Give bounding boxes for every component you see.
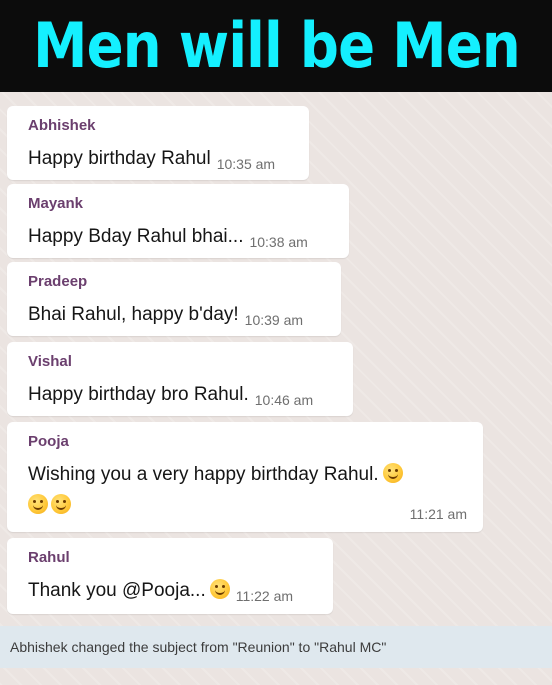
message-text: Wishing you a very happy birthday Rahul.	[28, 464, 379, 485]
message-time: 10:35 am	[216, 156, 276, 172]
message-bubble-pradeep[interactable]: Pradeep Bhai Rahul, happy b'day! 10:39 am	[7, 262, 341, 336]
message-bubble-rahul[interactable]: Rahul Thank you @Pooja... 11:22 am	[7, 538, 333, 614]
message-text: Happy birthday Rahul	[28, 148, 211, 169]
message-text: Happy Bday Rahul bhai...	[28, 226, 244, 247]
smiling-face-emoji-icon	[51, 494, 71, 514]
sender-name[interactable]: Vishal	[28, 353, 339, 371]
message-text: Happy birthday bro Rahul.	[28, 384, 249, 405]
message-text: Bhai Rahul, happy b'day!	[28, 304, 239, 325]
sender-name[interactable]: Mayank	[28, 195, 335, 213]
message-time: 11:21 am	[409, 506, 467, 522]
smiling-face-emoji-icon	[209, 579, 230, 599]
message-bubble-pooja[interactable]: Pooja Wishing you a very happy birthday …	[7, 422, 483, 532]
banner-title: Men will be Men	[32, 9, 521, 82]
message-text: Thank you @Pooja...	[28, 580, 206, 601]
message-time: 10:46 am	[254, 392, 314, 408]
sender-name[interactable]: Pooja	[28, 433, 469, 451]
sender-name[interactable]: Rahul	[28, 549, 319, 567]
message-time: 11:22 am	[235, 588, 294, 604]
message-time: 10:39 am	[244, 312, 304, 328]
smiling-face-emoji-icon	[28, 494, 48, 514]
meme-banner: Men will be Men	[0, 0, 552, 92]
sender-name[interactable]: Pradeep	[28, 273, 327, 291]
message-bubble-vishal[interactable]: Vishal Happy birthday bro Rahul. 10:46 am	[7, 342, 353, 416]
sender-name[interactable]: Abhishek	[28, 117, 295, 135]
message-bubble-abhishek[interactable]: Abhishek Happy birthday Rahul 10:35 am	[7, 106, 309, 180]
message-bubble-mayank[interactable]: Mayank Happy Bday Rahul bhai... 10:38 am	[7, 184, 349, 258]
system-message: Abhishek changed the subject from "Reuni…	[0, 626, 552, 668]
chat-area[interactable]: Abhishek Happy birthday Rahul 10:35 am Ma…	[0, 92, 552, 685]
smiling-face-emoji-icon	[382, 463, 403, 483]
message-time: 10:38 am	[249, 234, 308, 250]
